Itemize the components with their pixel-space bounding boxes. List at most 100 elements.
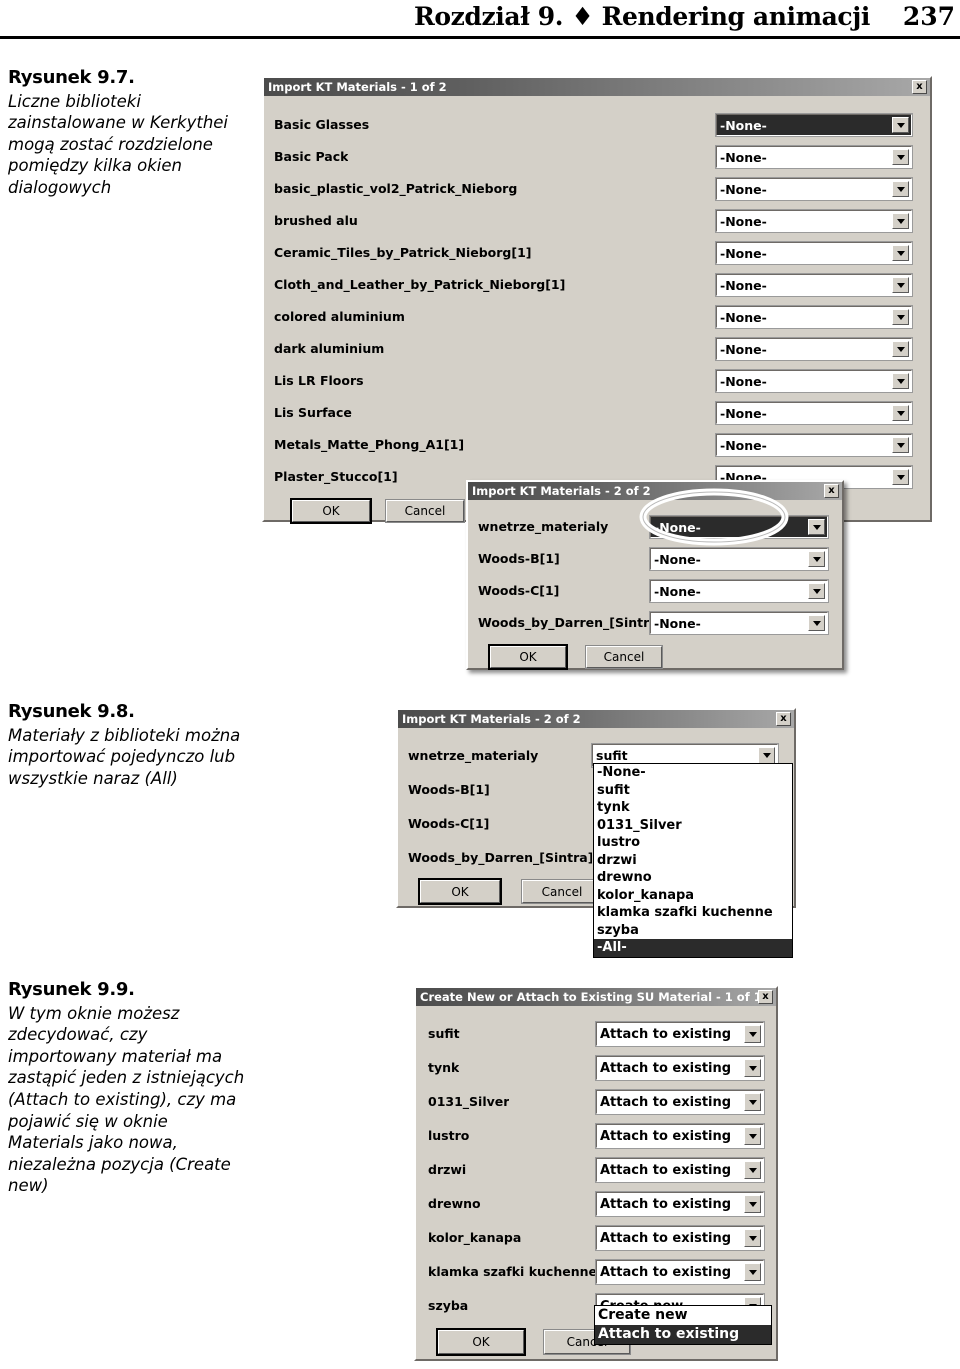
chevron-down-icon[interactable] [892, 181, 909, 197]
chevron-down-icon[interactable] [892, 117, 909, 133]
row-label: basic_plastic_vol2_Patrick_Nieborg [274, 181, 518, 196]
caret-glyph [748, 1235, 757, 1241]
combobox[interactable]: Attach to existing [595, 1191, 765, 1217]
combobox[interactable]: Attach to existing [595, 1021, 765, 1047]
dialog-row: Ceramic_Tiles_by_Patrick_Nieborg[1] -None… [274, 241, 913, 265]
ok-button[interactable]: OK [418, 878, 502, 905]
chevron-down-icon[interactable] [744, 1161, 761, 1179]
dropdown-option[interactable]: drewno [594, 869, 792, 887]
dialog-row: 0131_Silver Attach to existing [428, 1089, 765, 1115]
dropdown-option[interactable]: tynk [594, 799, 792, 817]
chevron-down-icon[interactable] [892, 277, 909, 293]
chevron-down-icon[interactable] [892, 149, 909, 165]
combobox[interactable]: Attach to existing [595, 1157, 765, 1183]
page-title: Rozdział 9. ♦ Rendering animacji [413, 2, 870, 31]
dropdown-option[interactable]: Create new [595, 1306, 771, 1325]
dialog-row: Basic Glasses -None- [274, 113, 913, 137]
combobox[interactable]: -None- [649, 515, 829, 539]
material-dropdown-list[interactable]: -None-sufit tynk 0131_Silver lustro drzwi dre… [593, 763, 793, 958]
dropdown-option[interactable]: 0131_Silver [594, 817, 792, 835]
dialog-row: Basic Pack -None- [274, 145, 913, 169]
dialog-row: brushed alu -None- [274, 209, 913, 233]
cancel-button[interactable]: Cancel [385, 499, 465, 523]
chevron-down-icon[interactable] [744, 1195, 761, 1213]
dialog-row: Woods_by_Darren_[Sintra] -None- [478, 611, 829, 635]
combobox[interactable]: Attach to existing [595, 1225, 765, 1251]
chevron-down-icon[interactable] [892, 309, 909, 325]
row-label: Cloth_and_Leather_by_Patrick_Nieborg[1] [274, 277, 566, 292]
close-icon[interactable]: x [912, 80, 927, 94]
dropdown-option[interactable]: szyba [594, 922, 792, 940]
combobox[interactable]: Attach to existing [595, 1123, 765, 1149]
dialog-import-kt-materials-2of2-overlay[interactable]: Import KT Materials - 2 of 2 x wnetrze_m… [466, 480, 844, 670]
combobox[interactable]: -None- [715, 401, 913, 425]
chevron-down-icon[interactable] [744, 1025, 761, 1043]
row-label: Woods-C[1] [478, 583, 560, 598]
dropdown-option[interactable]: -None- [594, 764, 792, 782]
caret-glyph [812, 588, 821, 594]
combobox[interactable]: -None- [715, 305, 913, 329]
chevron-down-icon[interactable] [744, 1229, 761, 1247]
combobox[interactable]: -None- [649, 579, 829, 603]
combobox[interactable]: Attach to existing [595, 1089, 765, 1115]
combobox[interactable]: -None- [715, 113, 913, 137]
combobox[interactable]: -None- [649, 547, 829, 571]
dialog-titlebar[interactable]: Import KT Materials - 2 of 2 x [398, 710, 794, 728]
combobox[interactable]: Attach to existing [595, 1259, 765, 1285]
combobox[interactable]: -None- [715, 337, 913, 361]
caret-glyph [896, 474, 905, 480]
dropdown-option[interactable]: klamka szafki kuchenne [594, 904, 792, 922]
dropdown-option[interactable]: Attach to existing [595, 1325, 771, 1344]
dropdown-option[interactable]: kolor_kanapa [594, 887, 792, 905]
caret-glyph [812, 556, 821, 562]
combobox[interactable]: -None- [649, 611, 829, 635]
close-icon[interactable]: x [758, 990, 773, 1004]
chevron-down-icon[interactable] [744, 1059, 761, 1077]
dialog-titlebar[interactable]: Create New or Attach to Existing SU Mate… [416, 988, 776, 1006]
combobox[interactable]: -None- [715, 145, 913, 169]
ok-button[interactable]: OK [290, 498, 372, 524]
close-icon[interactable]: x [824, 484, 839, 498]
dropdown-option[interactable]: sufit [594, 782, 792, 800]
chevron-down-icon[interactable] [808, 615, 825, 631]
dialog-row: kolor_kanapa Attach to existing [428, 1225, 765, 1251]
chevron-down-icon[interactable] [808, 583, 825, 599]
combobox[interactable]: -None- [715, 433, 913, 457]
chevron-down-icon[interactable] [808, 551, 825, 567]
chevron-down-icon[interactable] [892, 341, 909, 357]
ok-button[interactable]: OK [436, 1328, 526, 1356]
caret-glyph [748, 1269, 757, 1275]
dialog-titlebar[interactable]: Import KT Materials - 2 of 2 x [468, 482, 842, 500]
cancel-button[interactable]: Cancel [521, 879, 603, 904]
chevron-down-icon[interactable] [744, 1093, 761, 1111]
dialog-import-kt-materials-1of2[interactable]: Import KT Materials - 1 of 2 x Basic Gla… [262, 76, 932, 524]
figure-caption-text-9-8: Materiały z biblioteki można importować … [8, 725, 241, 788]
combobox[interactable]: -None- [715, 177, 913, 201]
dropdown-option[interactable]: drzwi [594, 852, 792, 870]
ok-button[interactable]: OK [488, 644, 568, 670]
dropdown-option[interactable]: -All- [594, 939, 792, 957]
combobox[interactable]: Attach to existing [595, 1055, 765, 1081]
chevron-down-icon[interactable] [744, 1127, 761, 1145]
close-icon[interactable]: x [776, 712, 791, 726]
combobox[interactable]: -None- [715, 369, 913, 393]
chevron-down-icon[interactable] [892, 213, 909, 229]
combobox[interactable]: -None- [715, 209, 913, 233]
chevron-down-icon[interactable] [892, 373, 909, 389]
create-or-attach-dropdown-list[interactable]: Create new Attach to existing [594, 1305, 772, 1345]
chevron-down-icon[interactable] [758, 747, 775, 764]
row-label: drewno [428, 1196, 481, 1211]
combobox[interactable]: -None- [715, 241, 913, 265]
cancel-button[interactable]: Cancel [585, 645, 663, 669]
chevron-down-icon[interactable] [744, 1263, 761, 1281]
chevron-down-icon[interactable] [892, 245, 909, 261]
combobox-value: -None- [720, 405, 767, 421]
chevron-down-icon[interactable] [892, 469, 909, 485]
chevron-down-icon[interactable] [892, 405, 909, 421]
figure-caption-9-9: Rysunek 9.9. W tym oknie możesz zdecydow… [8, 978, 248, 1197]
combobox[interactable]: -None- [715, 273, 913, 297]
dialog-titlebar[interactable]: Import KT Materials - 1 of 2 x [264, 78, 930, 96]
chevron-down-icon[interactable] [808, 519, 825, 535]
dropdown-option[interactable]: lustro [594, 834, 792, 852]
chevron-down-icon[interactable] [892, 437, 909, 453]
